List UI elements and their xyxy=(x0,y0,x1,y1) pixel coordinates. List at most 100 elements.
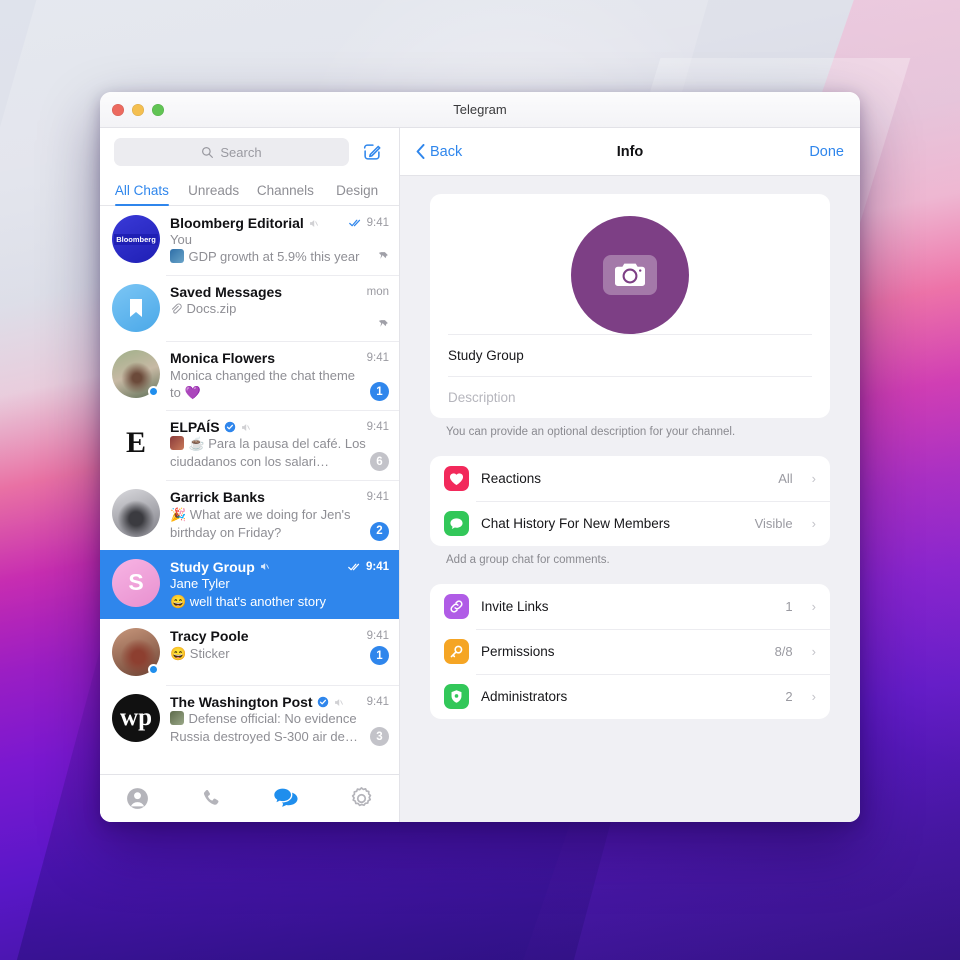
window-titlebar: Telegram xyxy=(100,92,860,128)
compose-icon xyxy=(363,144,381,160)
info-title: Info xyxy=(616,143,644,160)
read-ticks-icon xyxy=(348,219,360,227)
avatar: Bloomberg xyxy=(112,215,160,263)
done-button[interactable]: Done xyxy=(809,144,844,160)
chats-tab[interactable] xyxy=(250,786,325,811)
profile-card: Study Group Description xyxy=(430,194,830,418)
chat-name: Monica Flowers xyxy=(170,350,276,367)
description-field[interactable]: Description xyxy=(448,376,812,418)
speech-bubble-icon xyxy=(444,511,469,536)
unread-badge: 1 xyxy=(370,646,389,666)
chat-list-item[interactable]: Garrick Banks 9:41 🎉 What are we doing f… xyxy=(100,480,399,549)
verified-icon xyxy=(317,696,328,708)
read-ticks-icon xyxy=(348,563,360,571)
bookmark-icon xyxy=(130,299,142,318)
chat-preview: ☕ Para la pausa del café. Los ciudadanos… xyxy=(170,436,366,470)
chat-list-item[interactable]: Tracy Poole 9:41 😄 Sticker 1 xyxy=(100,619,399,685)
chat-time: 9:41 xyxy=(366,630,389,643)
link-icon xyxy=(444,594,469,619)
search-row: Search xyxy=(100,128,399,174)
avatar: S xyxy=(112,558,160,607)
setting-label: Administrators xyxy=(481,689,568,704)
chat-sidebar: Search All Chats Unreads Channels Design xyxy=(100,128,400,822)
compose-button[interactable] xyxy=(359,139,385,165)
chat-time: 9:41 xyxy=(366,421,389,434)
settings-tab[interactable] xyxy=(324,786,399,811)
contacts-tab[interactable] xyxy=(100,786,175,811)
muted-icon xyxy=(260,563,269,571)
setting-label: Reactions xyxy=(481,471,542,486)
chat-list-item[interactable]: Saved Messages mon Docs.zip xyxy=(100,275,399,341)
chat-list-item[interactable]: Bloomberg Bloomberg Editorial 9:41 You G… xyxy=(100,206,399,275)
setting-row-permissions[interactable]: Permissions 8/8 › xyxy=(430,629,830,674)
message-thumbnail xyxy=(170,249,184,264)
group-one-caption: Add a group chat for comments. xyxy=(446,554,610,566)
chat-name: Bloomberg Editorial xyxy=(170,215,304,231)
chevron-right-icon: › xyxy=(811,516,816,531)
chat-sender: Jane Tyler xyxy=(170,575,230,591)
chat-list-item-selected[interactable]: S Study Group 9:41 Jane Tyler 😄 well tha… xyxy=(100,549,399,620)
setting-row-administrators[interactable]: Administrators 2 › xyxy=(430,674,830,719)
info-header: Back Info Done xyxy=(400,128,860,176)
chat-list-item[interactable]: E ELPAÍS 9:41 ☕ Para la pausa del café. … xyxy=(100,410,399,480)
chat-name: Study Group xyxy=(170,558,255,575)
tab-all-chats[interactable]: All Chats xyxy=(106,183,178,206)
chat-time: 9:41 xyxy=(366,217,389,229)
pin-icon xyxy=(378,252,388,260)
unread-badge: 6 xyxy=(370,452,389,472)
description-caption: You can provide an optional description … xyxy=(446,426,736,438)
tab-channels[interactable]: Channels xyxy=(250,183,322,205)
unread-badge: 2 xyxy=(370,521,389,541)
setting-value: 2 xyxy=(785,689,793,704)
muted-icon xyxy=(241,424,250,431)
chat-preview: 😄 Sticker xyxy=(170,646,230,662)
key-icon xyxy=(444,639,469,664)
chat-list[interactable]: Bloomberg Bloomberg Editorial 9:41 You G… xyxy=(100,206,399,774)
person-icon xyxy=(126,788,148,809)
info-panel: Back Info Done Study Group Description Y… xyxy=(400,128,860,822)
chat-name: ELPAÍS xyxy=(170,419,220,436)
avatar xyxy=(112,284,160,333)
group-avatar[interactable] xyxy=(571,216,689,334)
attachment-icon xyxy=(171,303,182,314)
chat-time: 9:41 xyxy=(366,696,389,709)
search-input[interactable]: Search xyxy=(114,138,349,166)
chat-time: 9:41 xyxy=(365,560,389,573)
bottom-tab-bar xyxy=(100,774,399,822)
tab-design[interactable]: Design xyxy=(321,183,393,205)
chat-preview: 🎉 What are we doing for Jen's birthday o… xyxy=(170,507,351,540)
shield-icon xyxy=(444,684,469,709)
search-icon xyxy=(202,146,214,158)
window-title: Telegram xyxy=(453,102,507,117)
gear-icon xyxy=(351,787,372,807)
chevron-right-icon: › xyxy=(811,689,816,704)
chat-name: Tracy Poole xyxy=(170,628,249,645)
close-button[interactable] xyxy=(112,103,124,116)
group-name-value: Study Group xyxy=(448,348,524,363)
calls-tab[interactable] xyxy=(175,787,250,811)
pin-icon xyxy=(378,320,388,328)
setting-row-reactions[interactable]: Reactions All › xyxy=(430,456,830,501)
settings-group-one: Reactions All › Chat History For New Mem… xyxy=(430,456,830,546)
chat-preview: Docs.zip xyxy=(186,301,237,317)
minimize-button[interactable] xyxy=(132,103,144,116)
setting-row-invite-links[interactable]: Invite Links 1 › xyxy=(430,584,830,629)
chat-list-item[interactable]: Monica Flowers 9:41 Monica changed the c… xyxy=(100,341,399,410)
online-indicator xyxy=(148,386,159,398)
chat-sender: You xyxy=(170,232,192,247)
maximize-button[interactable] xyxy=(152,103,164,116)
tab-unreads[interactable]: Unreads xyxy=(178,183,250,205)
group-name-field[interactable]: Study Group xyxy=(448,334,812,376)
back-label: Back xyxy=(430,143,463,160)
setting-row-chat-history[interactable]: Chat History For New Members Visible › xyxy=(430,501,830,546)
chat-preview: Defense official: No evidence Russia des… xyxy=(170,711,358,745)
chat-name: Saved Messages xyxy=(170,284,283,301)
verified-icon xyxy=(224,422,235,433)
back-button[interactable]: Back xyxy=(416,144,462,160)
chevron-right-icon: › xyxy=(811,599,816,614)
message-thumbnail xyxy=(170,436,184,451)
chat-list-item[interactable]: wp The Washington Post 9:41 Defense offi… xyxy=(100,685,399,755)
chat-name: The Washington Post xyxy=(170,694,313,711)
search-placeholder: Search xyxy=(220,144,262,160)
phone-icon xyxy=(204,789,219,805)
